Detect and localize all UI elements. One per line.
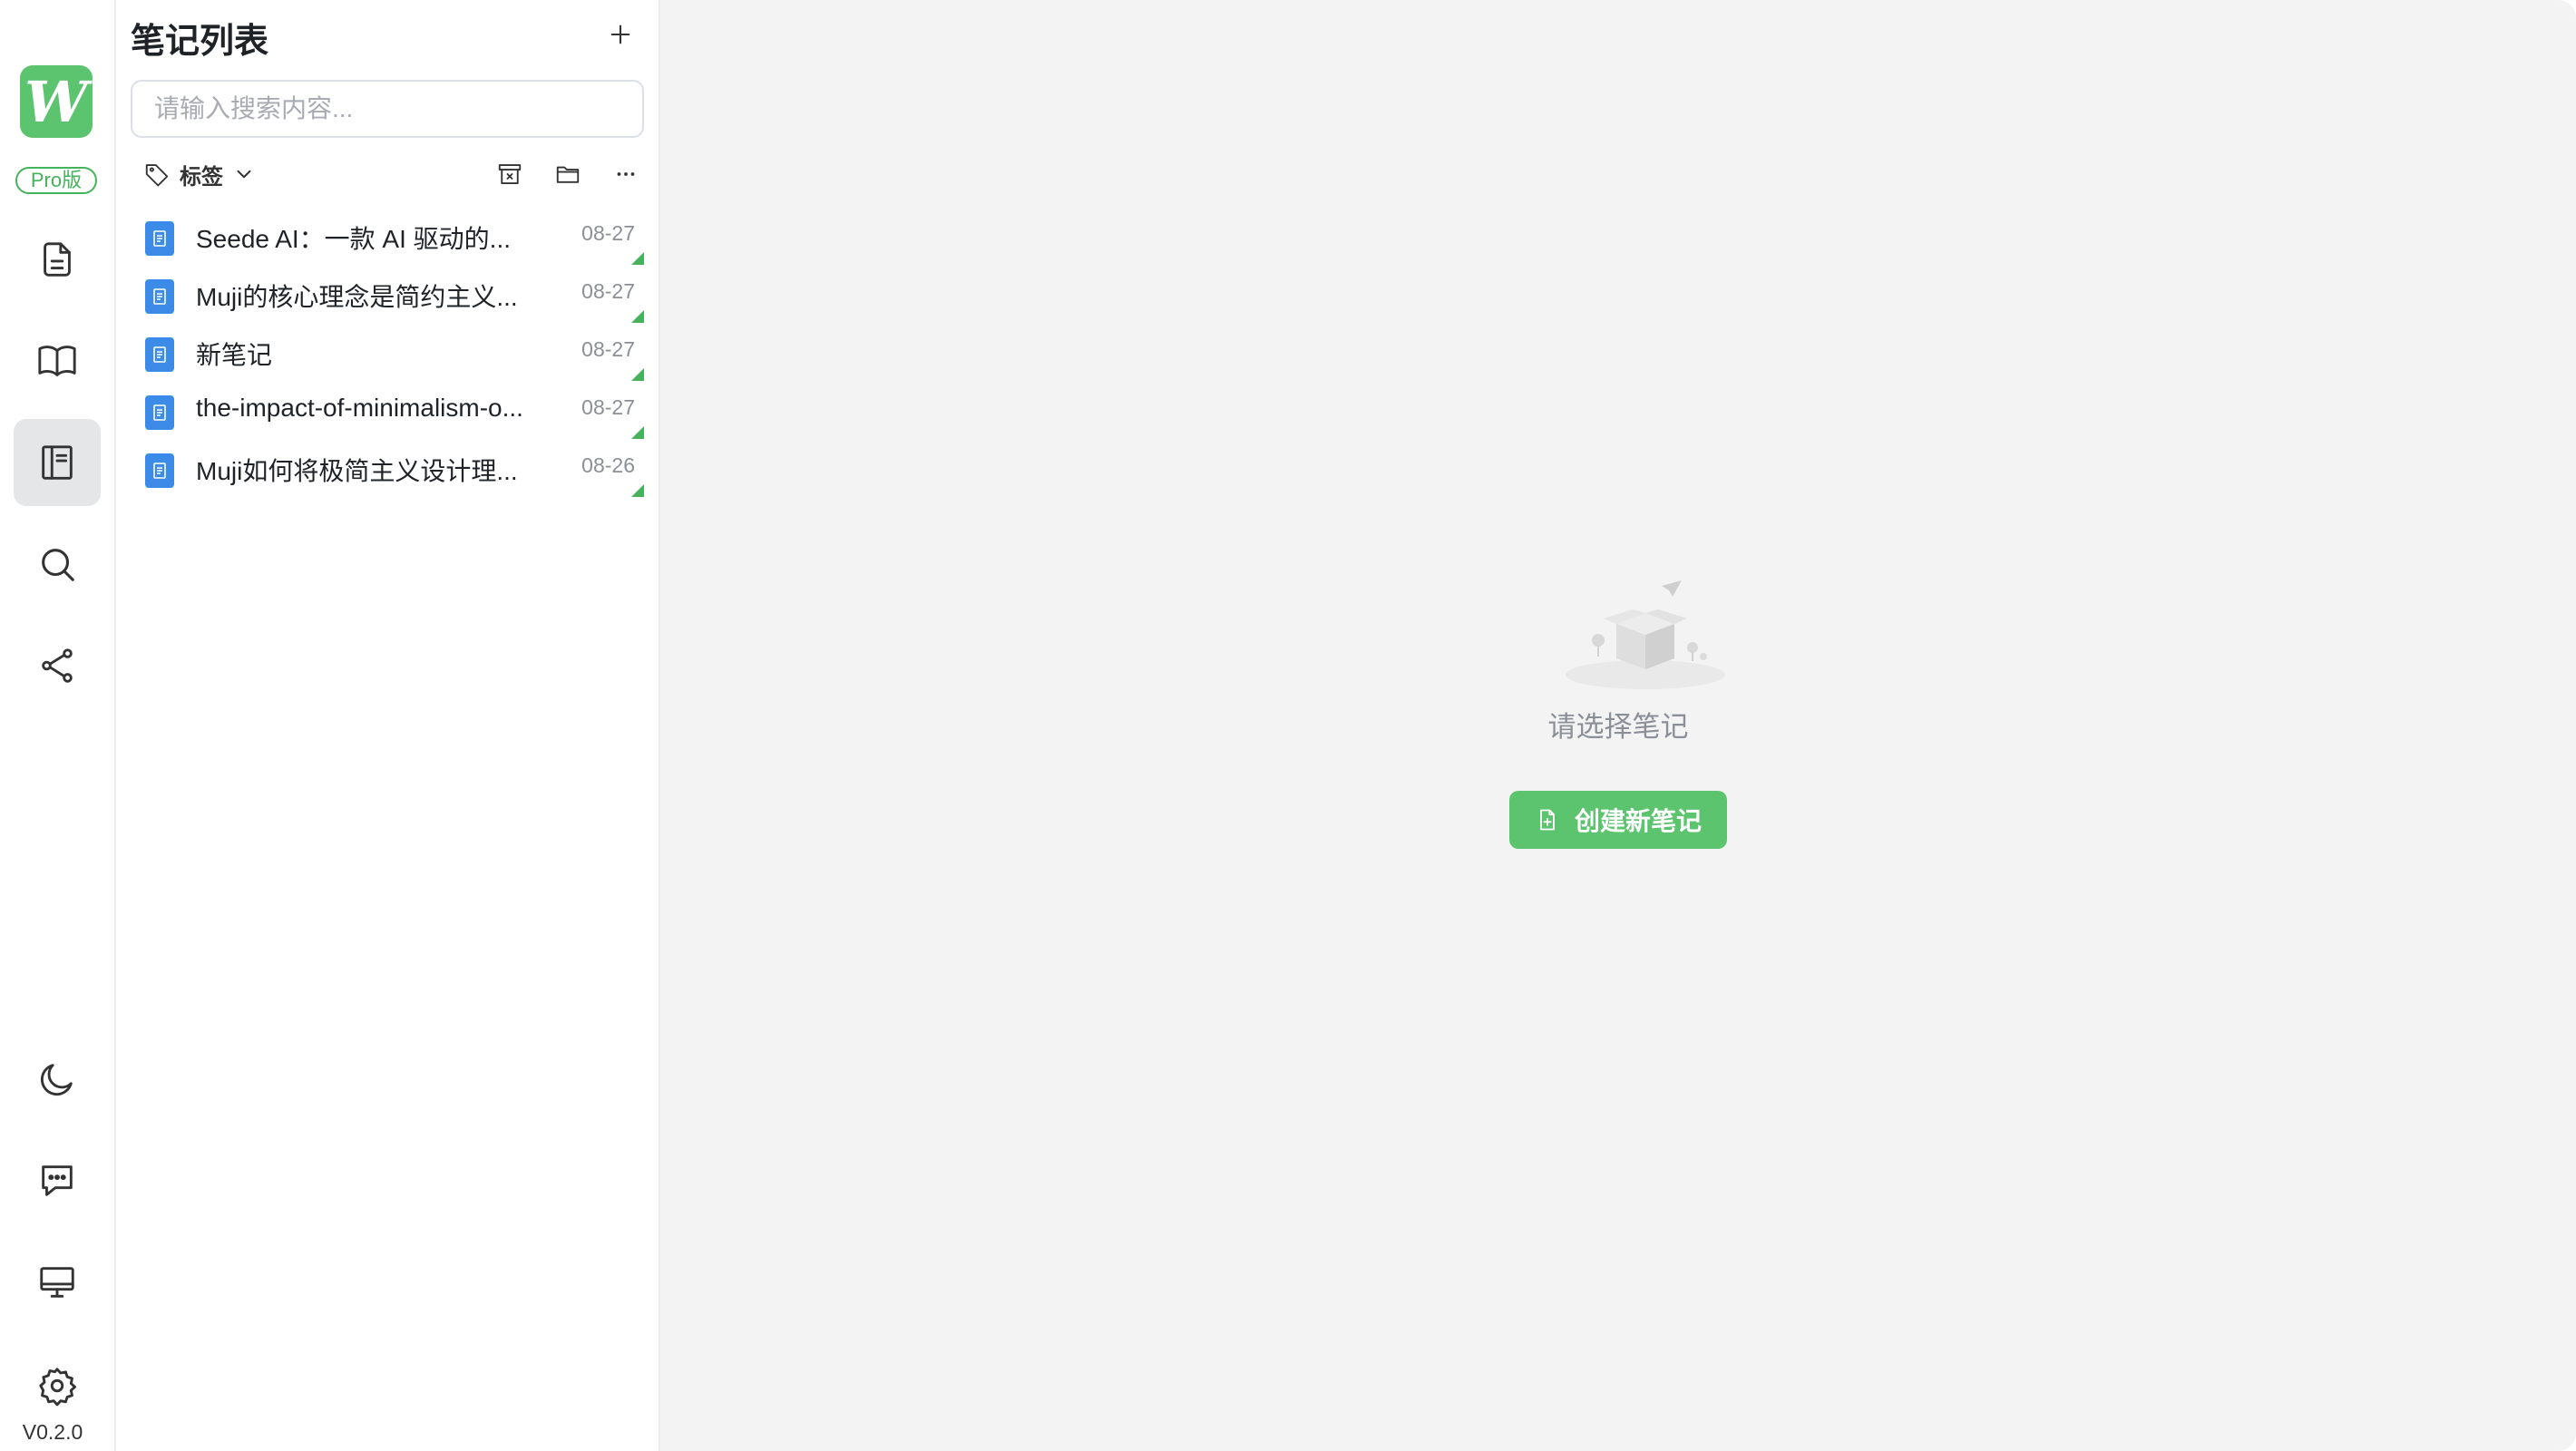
search-icon [42,549,74,581]
note-list-item[interactable]: Seede AI：一款 AI 驱动的... 08-27 [131,207,644,265]
folder-button[interactable] [550,156,586,192]
new-document-icon [1540,809,1555,831]
create-note-button[interactable]: 创建新笔记 [1509,791,1727,849]
plus-icon [610,24,630,44]
note-date: 08-27 [581,221,635,245]
gear-icon [39,1368,76,1407]
archive-button[interactable] [492,156,528,192]
dark-mode-toggle[interactable] [14,1036,101,1123]
tag-filter-dropdown[interactable]: 标签 [143,154,256,194]
share-icon [42,648,73,683]
app-logo: W [20,65,93,138]
monitor-icon [40,1267,74,1298]
note-list-item[interactable]: Muji的核心理念是简约主义... 08-27 [131,265,644,323]
settings-button[interactable] [14,1342,101,1429]
sync-status-mark [631,252,644,265]
rail-documents-button[interactable] [14,216,101,303]
note-title: 新笔记 [196,341,273,369]
note-doc-icon [145,395,174,430]
note-title: the-impact-of-minimalism-o... [196,394,523,422]
note-title: Seede AI：一款 AI 驱动的... [196,225,512,253]
sync-status-mark [631,484,644,497]
notebook-icon [42,445,73,480]
rail-share-button[interactable] [14,622,101,709]
tag-icon [145,164,169,187]
note-date: 08-27 [581,395,635,419]
display-button[interactable] [14,1239,101,1326]
note-title: Muji如何将极简主义设计理... [196,457,518,485]
document-icon [44,242,71,277]
app-window: W Pro版 V0.2.0 笔记列表 请输入搜索内容... 标签 Seede A… [0,0,2576,1451]
note-list-panel: 笔记列表 标签 [116,0,660,1451]
more-options-button[interactable] [608,156,644,192]
search-input[interactable] [132,82,642,136]
search-box [131,80,644,138]
note-doc-icon [145,221,174,256]
note-date: 08-27 [581,279,635,303]
note-doc-icon [145,453,174,488]
note-doc-icon [145,279,174,314]
chevron-down-icon [237,170,251,179]
rail-notes-button[interactable] [14,419,101,506]
sync-status-mark [631,426,644,439]
more-horizontal-icon [617,172,635,176]
sync-status-mark [631,310,644,323]
book-icon [38,346,76,376]
note-list-item[interactable]: 新笔记 08-27 [131,323,644,381]
note-date: 08-26 [581,453,635,477]
side-rail: W Pro版 V0.2.0 [0,0,116,1451]
empty-state-text: 请选择笔记 [1547,711,1689,743]
chat-icon [42,1165,73,1196]
note-editor-area: 请选择笔记 创建新笔记 [660,0,2576,1451]
app-version: V0.2.0 [22,1420,83,1444]
note-title: Muji的核心理念是简约主义... [196,283,518,311]
rail-library-button[interactable] [14,317,101,404]
add-note-button[interactable] [602,16,639,53]
note-doc-icon [145,337,174,372]
tag-filter-label: 标签 [180,164,223,190]
create-note-label: 创建新笔记 [1574,807,1702,835]
archive-icon [498,164,522,184]
rail-search-button[interactable] [14,521,101,608]
note-list-title: 笔记列表 [131,23,269,61]
folder-icon [556,166,580,183]
note-list-item[interactable]: the-impact-of-minimalism-o... 08-27 [131,381,644,439]
list-toolbar: 标签 [131,154,644,194]
sync-status-mark [631,368,644,381]
empty-box-illustration [1566,580,1725,689]
note-list-item[interactable]: Muji如何将极简主义设计理... 08-26 [131,439,644,497]
moon-icon [41,1064,73,1096]
feedback-button[interactable] [14,1137,101,1224]
pro-badge[interactable]: Pro版 [15,167,97,194]
note-date: 08-27 [581,337,635,361]
